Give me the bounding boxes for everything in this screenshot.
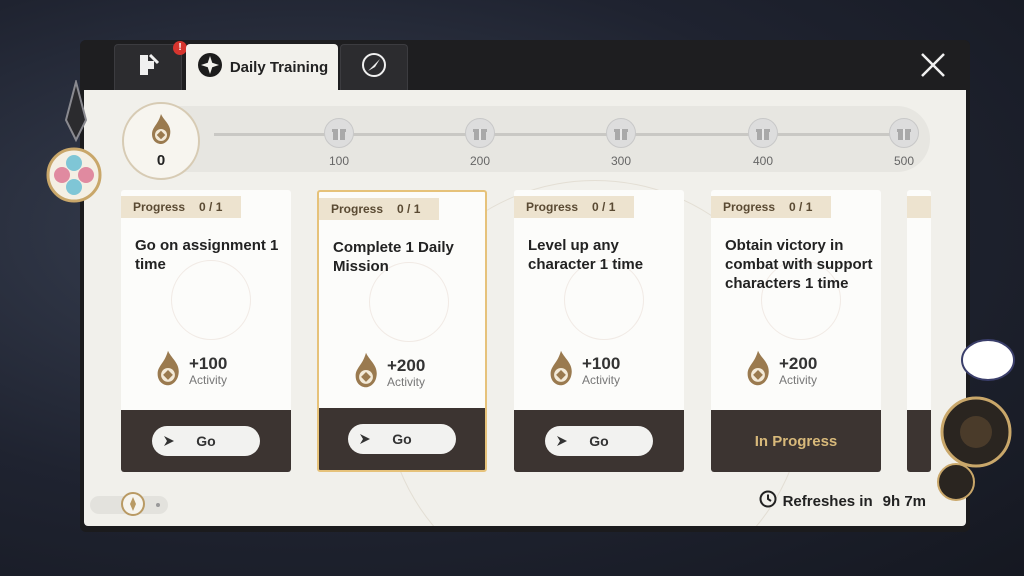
- progress-header: Progress 0 / 1: [319, 198, 439, 220]
- daily-training-icon: [196, 51, 224, 83]
- activity-flame-icon: [351, 350, 381, 395]
- reward-unit: Activity: [189, 372, 228, 387]
- go-arrow-icon: [162, 434, 176, 451]
- reward: +100 Activity: [153, 348, 227, 393]
- progress-value: 0 / 1: [199, 200, 223, 214]
- progress-header: Progress 0 / 1: [121, 196, 241, 218]
- tab-assignments[interactable]: !: [114, 41, 187, 90]
- reward-value: +100: [189, 353, 228, 373]
- task-card-partial[interactable]: [907, 190, 931, 472]
- refresh-label: Refreshes in: [782, 492, 873, 510]
- progress-header: [907, 196, 931, 218]
- activity-flame-icon: [546, 348, 576, 393]
- activity-flame-icon: [148, 113, 174, 150]
- progress-header: Progress 0 / 1: [711, 196, 831, 218]
- gift-icon: [324, 118, 354, 148]
- task-card[interactable]: Progress 0 / 1 Obtain victory in combat …: [711, 190, 881, 472]
- task-card[interactable]: Progress 0 / 1 Complete 1 Daily Mission …: [317, 190, 487, 472]
- daily-training-window: ! Daily Training 0 0: [80, 40, 970, 532]
- page-dot: [156, 503, 160, 507]
- activity-medal: 0: [122, 102, 200, 180]
- activity-flame-icon: [743, 348, 773, 393]
- go-button[interactable]: Go: [348, 424, 456, 454]
- milestone-label: 200: [469, 154, 491, 168]
- go-arrow-icon: [555, 434, 569, 451]
- refresh-time: 9h 7m: [882, 492, 926, 510]
- reward-value: +100: [582, 353, 621, 373]
- task-card[interactable]: Progress 0 / 1 Go on assignment 1 time +…: [121, 190, 291, 472]
- go-button[interactable]: Go: [152, 426, 260, 456]
- main-panel: 0 0 100 200 300 400 500 Progress 0 /: [84, 90, 966, 526]
- reward: +200 Activity: [351, 350, 425, 395]
- in-progress-status: In Progress: [754, 432, 838, 450]
- task-description: Level up any character 1 time: [528, 237, 644, 273]
- notification-badge: !: [173, 41, 187, 55]
- go-label: Go: [392, 431, 412, 447]
- card-action-area: Go: [121, 410, 291, 472]
- progress-label: Progress: [133, 200, 186, 214]
- milestone-label: 300: [610, 154, 632, 168]
- page-indicator: [90, 492, 168, 516]
- activity-progress-track: [124, 106, 930, 172]
- gift-icon: [889, 118, 919, 148]
- milestone-200[interactable]: 200: [455, 118, 505, 168]
- right-ornament: [930, 336, 1022, 511]
- card-action-area: [907, 410, 931, 472]
- go-button[interactable]: Go: [545, 426, 653, 456]
- tab-daily-training[interactable]: Daily Training: [186, 44, 338, 90]
- activity-flame-icon: [153, 348, 183, 393]
- card-action-area: In Progress: [711, 410, 881, 472]
- close-button[interactable]: [918, 50, 948, 80]
- progress-label: Progress: [723, 200, 776, 214]
- go-label: Go: [196, 433, 216, 449]
- progress-label: Progress: [526, 200, 579, 214]
- clock-icon: [759, 490, 777, 512]
- milestone-100[interactable]: 100: [314, 118, 364, 168]
- task-description: Complete 1 Daily Mission: [333, 239, 454, 275]
- refresh-timer: Refreshes in 9h 7m: [759, 490, 926, 512]
- gift-icon: [465, 118, 495, 148]
- progress-value: 0 / 1: [592, 200, 616, 214]
- tab-label: Daily Training: [229, 58, 329, 76]
- milestone-500[interactable]: 500: [879, 118, 929, 168]
- task-description: Obtain victory in combat with support ch…: [725, 237, 873, 292]
- progress-value: 0 / 1: [397, 202, 421, 216]
- task-description: Go on assignment 1 time: [135, 237, 279, 273]
- go-arrow-icon: [358, 432, 372, 449]
- milestone-label: 100: [328, 154, 350, 168]
- tab-navigation[interactable]: [340, 44, 408, 90]
- milestone-400[interactable]: 400: [738, 118, 788, 168]
- top-bar: ! Daily Training: [80, 40, 970, 90]
- reward-value: +200: [387, 355, 426, 375]
- gift-icon: [606, 118, 636, 148]
- left-ornament: [40, 78, 112, 215]
- compass-icon: [360, 51, 388, 84]
- current-activity: 0: [156, 152, 166, 169]
- emblem-icon: [120, 491, 146, 522]
- go-label: Go: [589, 433, 609, 449]
- progress-header: Progress 0 / 1: [514, 196, 634, 218]
- reward-value: +200: [779, 353, 818, 373]
- close-icon: [918, 53, 948, 84]
- milestone-300[interactable]: 300: [596, 118, 646, 168]
- task-card[interactable]: Progress 0 / 1 Level up any character 1 …: [514, 190, 684, 472]
- milestone-label: 500: [893, 154, 915, 168]
- reward: +100 Activity: [546, 348, 620, 393]
- progress-label: Progress: [331, 202, 384, 216]
- card-action-area: Go: [319, 408, 485, 470]
- progress-value: 0 / 1: [789, 200, 813, 214]
- reward-unit: Activity: [582, 372, 621, 387]
- milestone-label: 400: [752, 154, 774, 168]
- puzzle-icon: [134, 51, 162, 84]
- gift-icon: [748, 118, 778, 148]
- card-action-area: Go: [514, 410, 684, 472]
- reward-unit: Activity: [779, 372, 818, 387]
- reward: +200 Activity: [743, 348, 817, 393]
- reward-unit: Activity: [387, 374, 426, 389]
